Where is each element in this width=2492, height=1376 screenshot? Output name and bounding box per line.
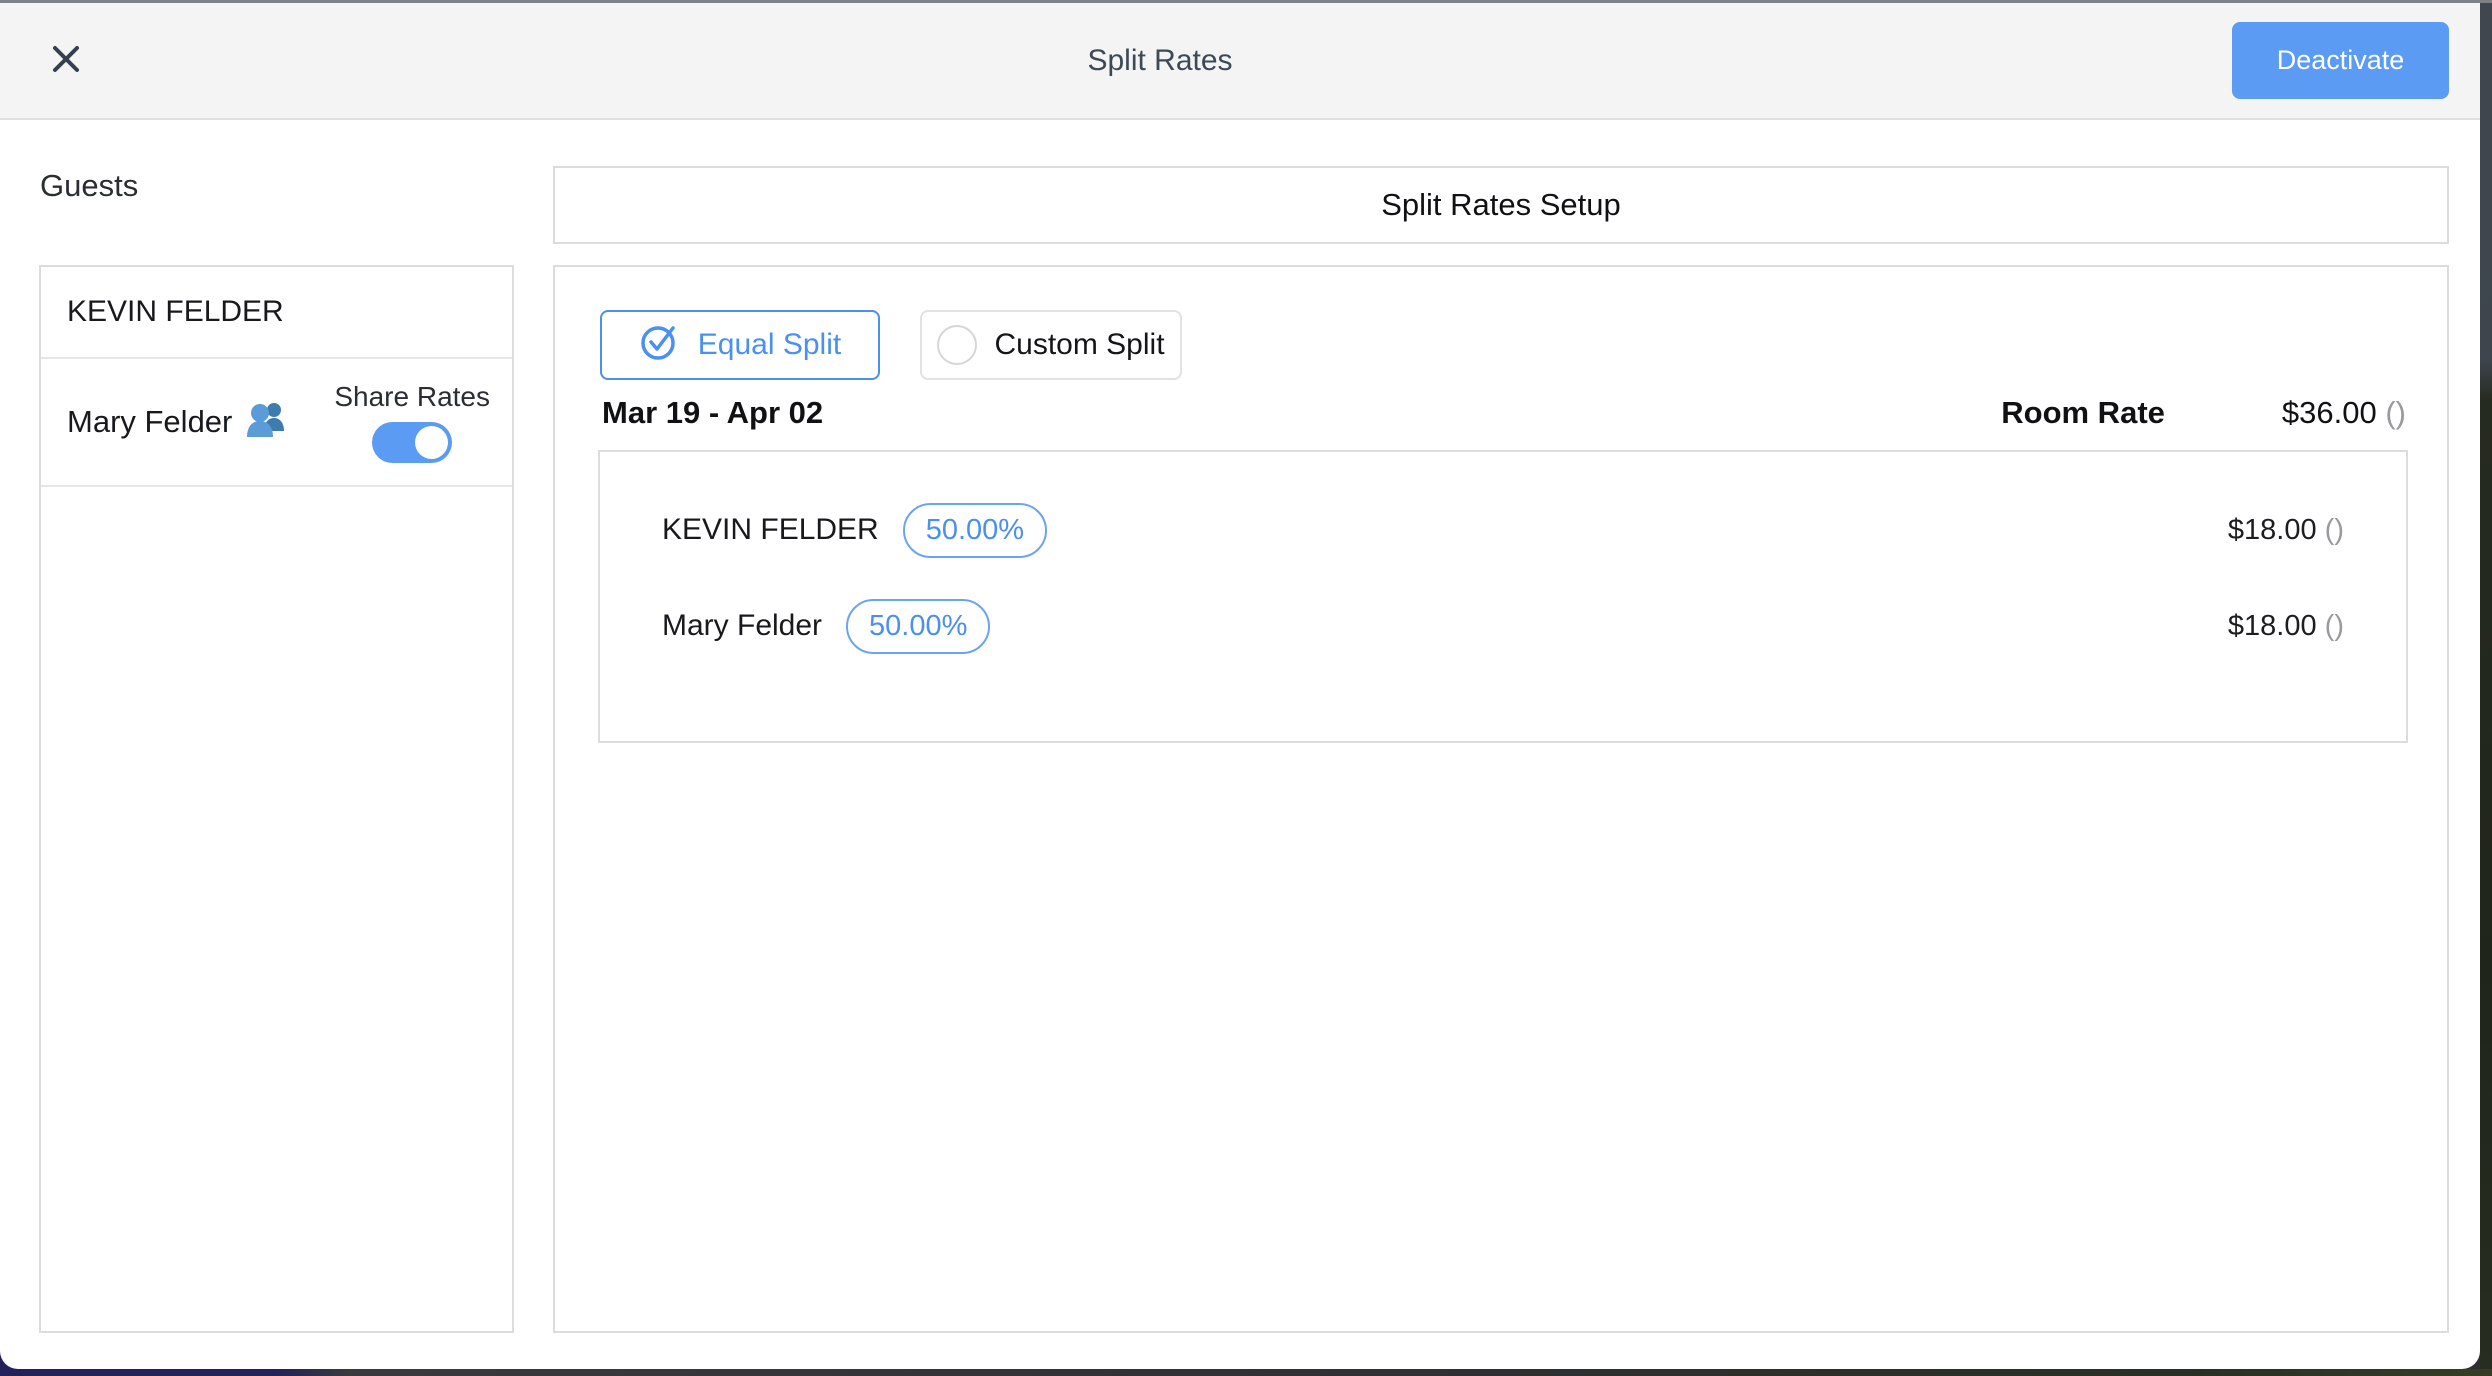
toggle-knob [415, 426, 448, 459]
primary-guest-name: KEVIN FELDER [67, 295, 284, 329]
guests-heading: Guests [40, 168, 138, 204]
modal-header: Split Rates Deactivate [0, 3, 2480, 120]
custom-split-button[interactable]: Custom Split [920, 310, 1182, 380]
split-amount-note: () [2325, 610, 2344, 642]
split-amount: $18.00 () [2228, 514, 2344, 547]
split-amount-note: () [2325, 514, 2344, 546]
split-guest-name: Mary Felder [662, 609, 822, 643]
modal-title: Split Rates [88, 44, 2232, 78]
equal-split-button[interactable]: Equal Split [600, 310, 880, 380]
people-icon [246, 401, 288, 447]
split-row: Mary Felder 50.00% $18.00 () [600, 578, 2406, 674]
split-setup-panel: Equal Split Custom Split Mar 19 - Apr 02… [553, 265, 2449, 1333]
check-circle-icon [639, 320, 681, 370]
split-rates-modal: Split Rates Deactivate Guests KEVIN FELD… [0, 3, 2480, 1369]
page-edge-right [2480, 3, 2492, 1376]
split-row: KEVIN FELDER 50.00% $18.00 () [600, 482, 2406, 578]
guest-row-shared[interactable]: Mary Felder Share Rates [41, 359, 512, 487]
radio-circle-icon [937, 325, 977, 365]
close-icon [51, 44, 81, 77]
split-mode-row: Equal Split Custom Split [600, 310, 1182, 380]
close-button[interactable] [44, 39, 88, 83]
custom-split-label: Custom Split [994, 328, 1164, 362]
share-rates-control: Share Rates [334, 381, 490, 463]
setup-header: Split Rates Setup [553, 166, 2449, 244]
split-amount: $18.00 () [2228, 610, 2344, 643]
rate-period-row: Mar 19 - Apr 02 Room Rate $36.00 () [602, 391, 2406, 435]
guest-splits-box: KEVIN FELDER 50.00% $18.00 () Mary Felde… [598, 450, 2408, 743]
setup-title: Split Rates Setup [1381, 187, 1621, 223]
equal-split-label: Equal Split [698, 328, 841, 362]
share-rates-label: Share Rates [334, 381, 490, 413]
page-edge-bottom [0, 1369, 2492, 1376]
screen: Split Rates Deactivate Guests KEVIN FELD… [0, 0, 2492, 1376]
percent-pill[interactable]: 50.00% [846, 599, 990, 654]
shared-guest: Mary Felder [67, 397, 288, 447]
share-rates-toggle[interactable] [372, 422, 452, 463]
guest-list-panel: KEVIN FELDER Mary Felder Share [39, 265, 514, 1333]
shared-guest-name: Mary Felder [67, 404, 232, 440]
room-rate-note: () [2385, 395, 2406, 430]
date-range: Mar 19 - Apr 02 [602, 395, 823, 431]
percent-pill[interactable]: 50.00% [903, 503, 1047, 558]
deactivate-button[interactable]: Deactivate [2232, 22, 2449, 99]
room-rate-label: Room Rate [2001, 395, 2165, 431]
split-guest-name: KEVIN FELDER [662, 513, 879, 547]
room-rate-amount: $36.00 () [2282, 395, 2406, 431]
guest-row-primary[interactable]: KEVIN FELDER [41, 267, 512, 359]
